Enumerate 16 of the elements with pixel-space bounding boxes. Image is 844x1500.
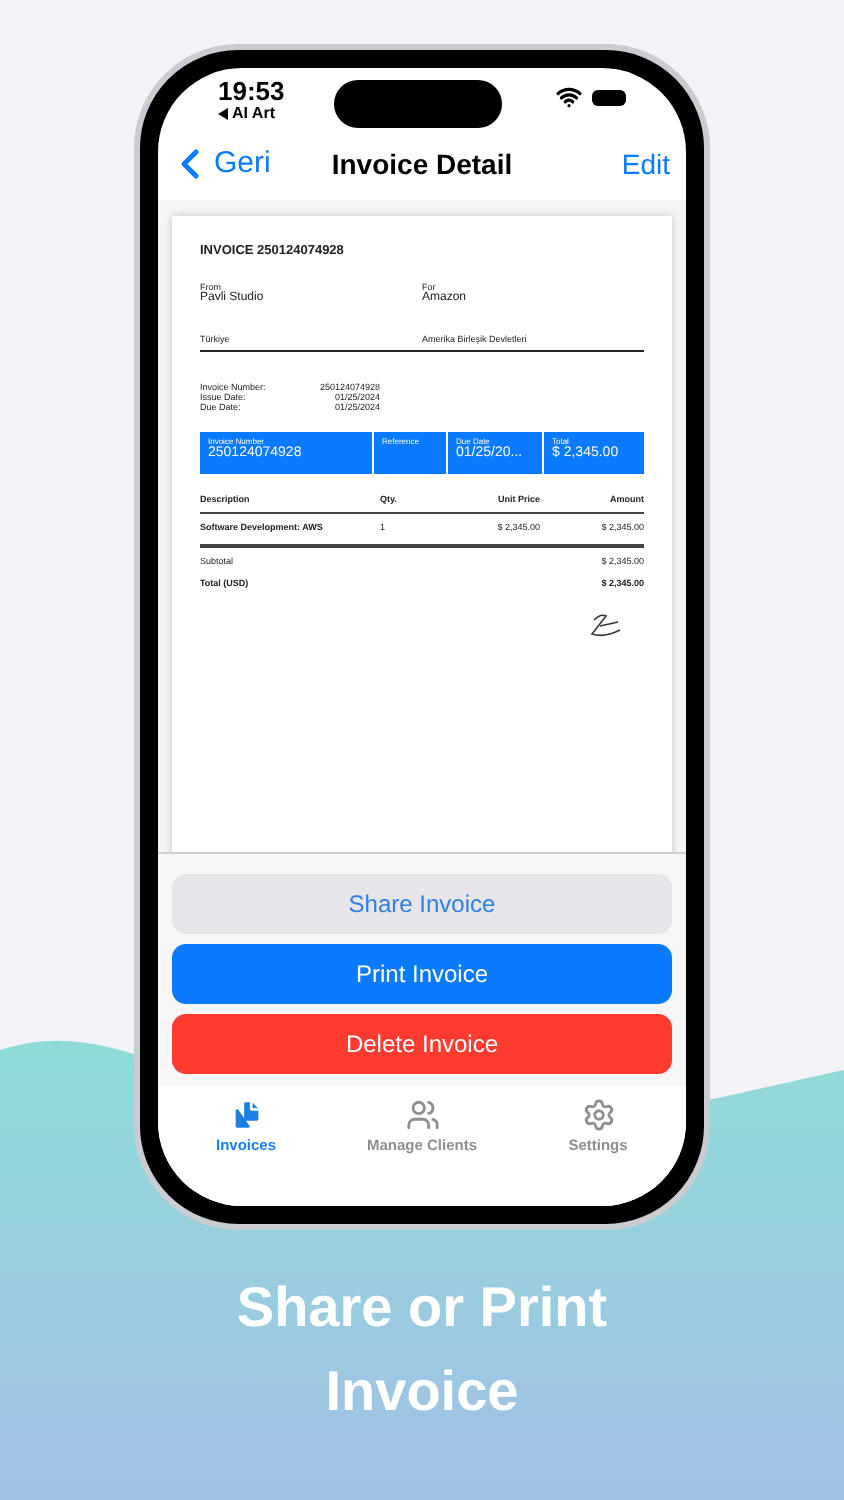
people-icon [405,1098,439,1132]
wifi-icon [556,84,582,110]
nav-title: Invoice Detail [329,145,515,183]
settings-icon [581,1098,615,1132]
action-button[interactable]: Delete Invoice [172,1014,672,1074]
back-triangle-icon [218,108,228,120]
caption: Share or Print Invoice [234,1274,610,1426]
back-app-link[interactable]: AI Art [232,106,275,122]
action-button[interactable]: Share Invoice [172,874,672,934]
action-button[interactable]: Print Invoice [172,944,672,1004]
edit-button[interactable]: Edit [538,143,678,185]
documents-icon [229,1098,263,1132]
back-button[interactable]: Geri [166,140,306,188]
battery-icon [592,89,626,105]
signature-drawing [588,611,624,640]
status-time: 19:53 [218,78,285,104]
